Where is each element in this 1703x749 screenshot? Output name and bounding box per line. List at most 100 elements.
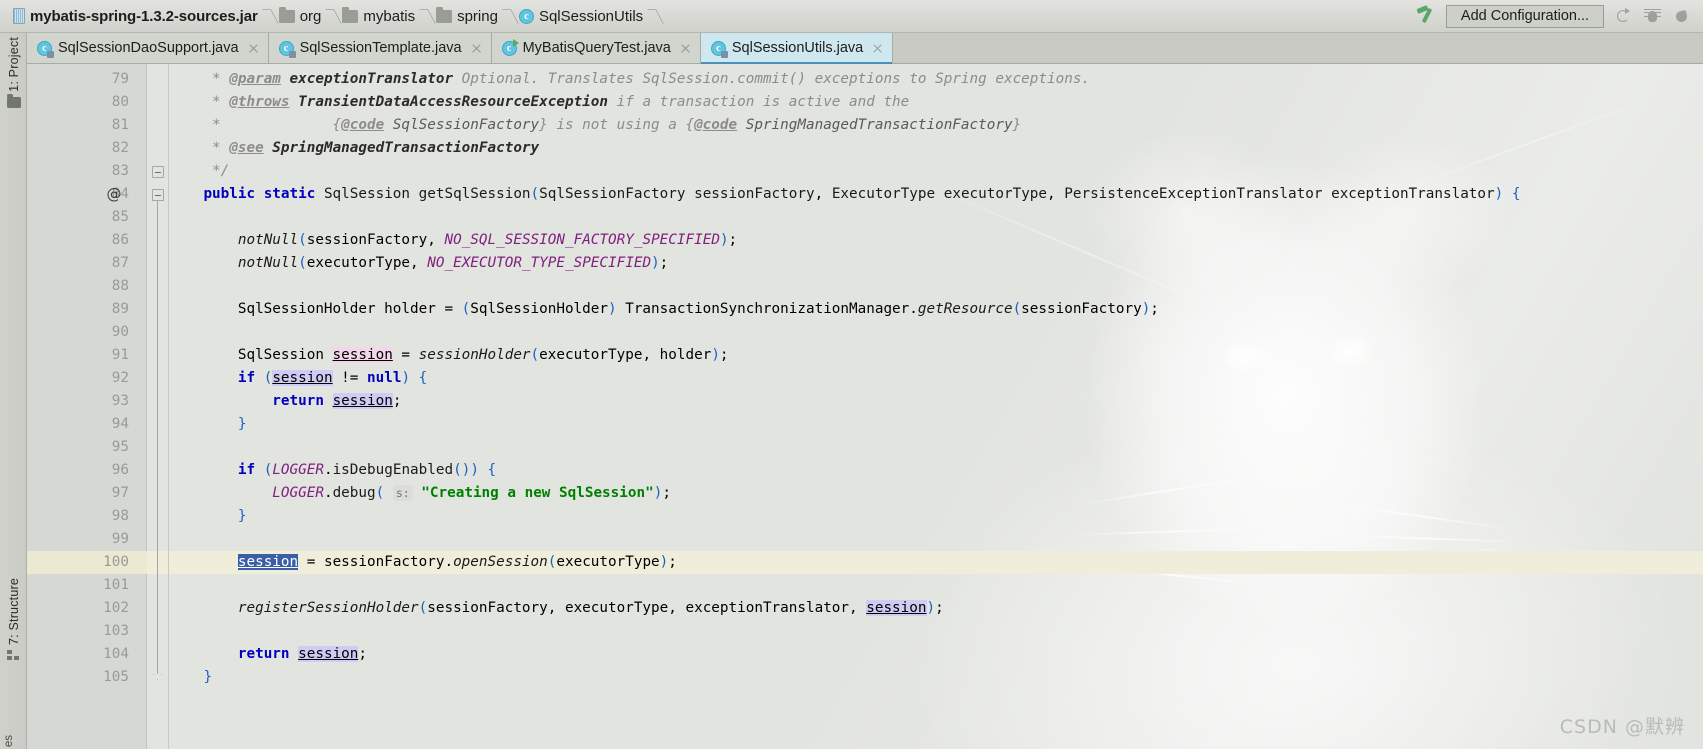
tab-mybatis-query-test[interactable]: c MyBatisQueryTest.java <box>491 33 701 63</box>
editor-marker-bar[interactable] <box>1689 64 1703 749</box>
line-number: 80 <box>111 94 129 110</box>
java-class-icon: c <box>278 40 296 58</box>
breadcrumb-label: spring <box>457 7 498 25</box>
breadcrumb-item-org[interactable]: org <box>276 0 329 32</box>
code-editor[interactable]: 79 80 81 82 83 84 85 86 87 88 89 90 91 92 93 94 95 96 97 98… <box>27 64 1703 749</box>
fold-region-end-icon[interactable] <box>153 674 162 680</box>
line-number: 89 <box>111 301 129 317</box>
breadcrumb-item-mybatis[interactable]: mybatis <box>339 0 422 32</box>
breadcrumb-separator-icon <box>422 0 433 33</box>
tab-label: SqlSessionUtils.java <box>731 40 864 56</box>
line-number: 84 <box>111 186 129 202</box>
breadcrumb-item-spring[interactable]: spring <box>433 0 505 32</box>
code-line[interactable]: * @throws TransientDataAccessResourceExc… <box>169 91 1703 114</box>
code-line[interactable]: } <box>169 666 1703 689</box>
fold-toggle-icon[interactable] <box>152 166 164 178</box>
debug-icon[interactable] <box>1643 7 1662 26</box>
structure-label: 7: Structure <box>6 578 21 646</box>
tool-window-rail-left: 1: Project 7: Structure es <box>0 33 27 749</box>
line-number: 94 <box>111 416 129 432</box>
tab-label: SqlSessionTemplate.java <box>299 40 462 56</box>
line-number: 82 <box>111 140 129 156</box>
breadcrumb-item-class[interactable]: c SqlSessionUtils <box>516 0 650 32</box>
tab-sql-session-dao-support[interactable]: c SqlSessionDaoSupport.java <box>27 33 269 63</box>
folder-icon <box>278 6 295 23</box>
java-class-icon: c <box>501 38 519 56</box>
code-line[interactable]: return session; <box>169 643 1703 666</box>
editor-code-area[interactable]: * @param exceptionTranslator Optional. T… <box>169 64 1703 749</box>
code-line[interactable]: notNull(executorType, NO_EXECUTOR_TYPE_S… <box>169 252 1703 275</box>
breadcrumb-item-jar[interactable]: mybatis-spring-1.3.2-sources.jar <box>10 0 265 32</box>
folder-icon <box>436 6 453 23</box>
code-line[interactable]: } <box>169 413 1703 436</box>
close-icon[interactable] <box>871 42 884 55</box>
fold-region-line <box>157 201 158 676</box>
line-number: 102 <box>103 600 129 616</box>
line-number: 81 <box>111 117 129 133</box>
code-line[interactable]: if (session != null) { <box>169 367 1703 390</box>
code-line[interactable] <box>169 436 1703 459</box>
code-line[interactable]: notNull(sessionFactory, NO_SQL_SESSION_F… <box>169 229 1703 252</box>
line-number: 79 <box>111 71 129 87</box>
line-number: 91 <box>111 347 129 363</box>
code-line[interactable] <box>169 321 1703 344</box>
editor-fold-bar[interactable] <box>147 64 169 749</box>
breadcrumb-label: SqlSessionUtils <box>538 7 644 25</box>
line-number: 105 <box>103 669 129 685</box>
close-icon[interactable] <box>247 42 260 55</box>
code-line[interactable]: registerSessionHolder(sessionFactory, ex… <box>169 597 1703 620</box>
code-line[interactable]: * @see SpringManagedTransactionFactory <box>169 137 1703 160</box>
breadcrumb-label: org <box>299 7 322 25</box>
java-class-icon: c <box>518 8 534 24</box>
code-line[interactable]: session = sessionFactory.openSession(exe… <box>169 551 1703 574</box>
line-number: 98 <box>111 508 129 524</box>
code-line[interactable]: * {@code SqlSessionFactory} is not using… <box>169 114 1703 137</box>
fold-toggle-icon[interactable] <box>152 189 164 201</box>
run-with-coverage-icon[interactable] <box>1672 7 1691 26</box>
structure-icon <box>7 650 20 661</box>
line-number: 96 <box>111 462 129 478</box>
code-line[interactable]: SqlSession session = sessionHolder(execu… <box>169 344 1703 367</box>
close-icon[interactable] <box>679 42 692 55</box>
line-number: 104 <box>103 646 129 662</box>
sidebar-item-structure[interactable]: 7: Structure <box>2 578 25 661</box>
code-line[interactable]: } <box>169 505 1703 528</box>
line-number: 101 <box>103 577 129 593</box>
breadcrumb-label: mybatis-spring-1.3.2-sources.jar <box>30 7 258 25</box>
code-line[interactable] <box>169 528 1703 551</box>
line-number: 88 <box>111 278 129 294</box>
line-number: 83 <box>111 163 129 179</box>
sidebar-item-favorites[interactable]: es <box>3 735 15 747</box>
code-line[interactable]: if (LOGGER.isDebugEnabled()) { <box>169 459 1703 482</box>
breadcrumb-separator-icon <box>650 0 661 33</box>
line-number: 85 <box>111 209 129 225</box>
code-line[interactable] <box>169 620 1703 643</box>
code-line[interactable]: public static SqlSession getSqlSession(S… <box>169 183 1703 206</box>
hammer-icon[interactable] <box>1414 5 1436 27</box>
code-line[interactable] <box>169 206 1703 229</box>
folder-icon <box>6 94 21 108</box>
add-configuration-button[interactable]: Add Configuration... <box>1446 4 1604 28</box>
code-line[interactable]: LOGGER.debug( s: "Creating a new SqlSess… <box>169 482 1703 505</box>
breadcrumb-separator-icon <box>265 0 276 33</box>
code-line[interactable]: */ <box>169 160 1703 183</box>
code-line[interactable]: * @param exceptionTranslator Optional. T… <box>169 68 1703 91</box>
line-number: 87 <box>111 255 129 271</box>
tab-sql-session-template[interactable]: c SqlSessionTemplate.java <box>268 33 492 63</box>
code-line[interactable] <box>169 574 1703 597</box>
line-number: 86 <box>111 232 129 248</box>
line-number: 100 <box>27 551 147 574</box>
sidebar-item-project[interactable]: 1: Project <box>2 37 25 108</box>
breadcrumb: mybatis-spring-1.3.2-sources.jar org myb… <box>0 0 661 32</box>
close-icon[interactable] <box>470 42 483 55</box>
code-line[interactable]: SqlSessionHolder holder = (SqlSessionHol… <box>169 298 1703 321</box>
run-icon[interactable] <box>1614 7 1633 26</box>
editor-gutter[interactable]: 79 80 81 82 83 84 85 86 87 88 89 90 91 92 93 94 95 96 97 98… <box>27 64 147 749</box>
code-line[interactable]: return session; <box>169 390 1703 413</box>
breadcrumb-label: mybatis <box>363 7 416 25</box>
override-annotation-icon[interactable]: @ <box>105 183 123 206</box>
code-line[interactable] <box>169 275 1703 298</box>
editor-tab-strip: c SqlSessionDaoSupport.java c SqlSession… <box>27 33 1703 64</box>
tab-sql-session-utils[interactable]: c SqlSessionUtils.java <box>700 33 894 64</box>
line-number: 97 <box>111 485 129 501</box>
